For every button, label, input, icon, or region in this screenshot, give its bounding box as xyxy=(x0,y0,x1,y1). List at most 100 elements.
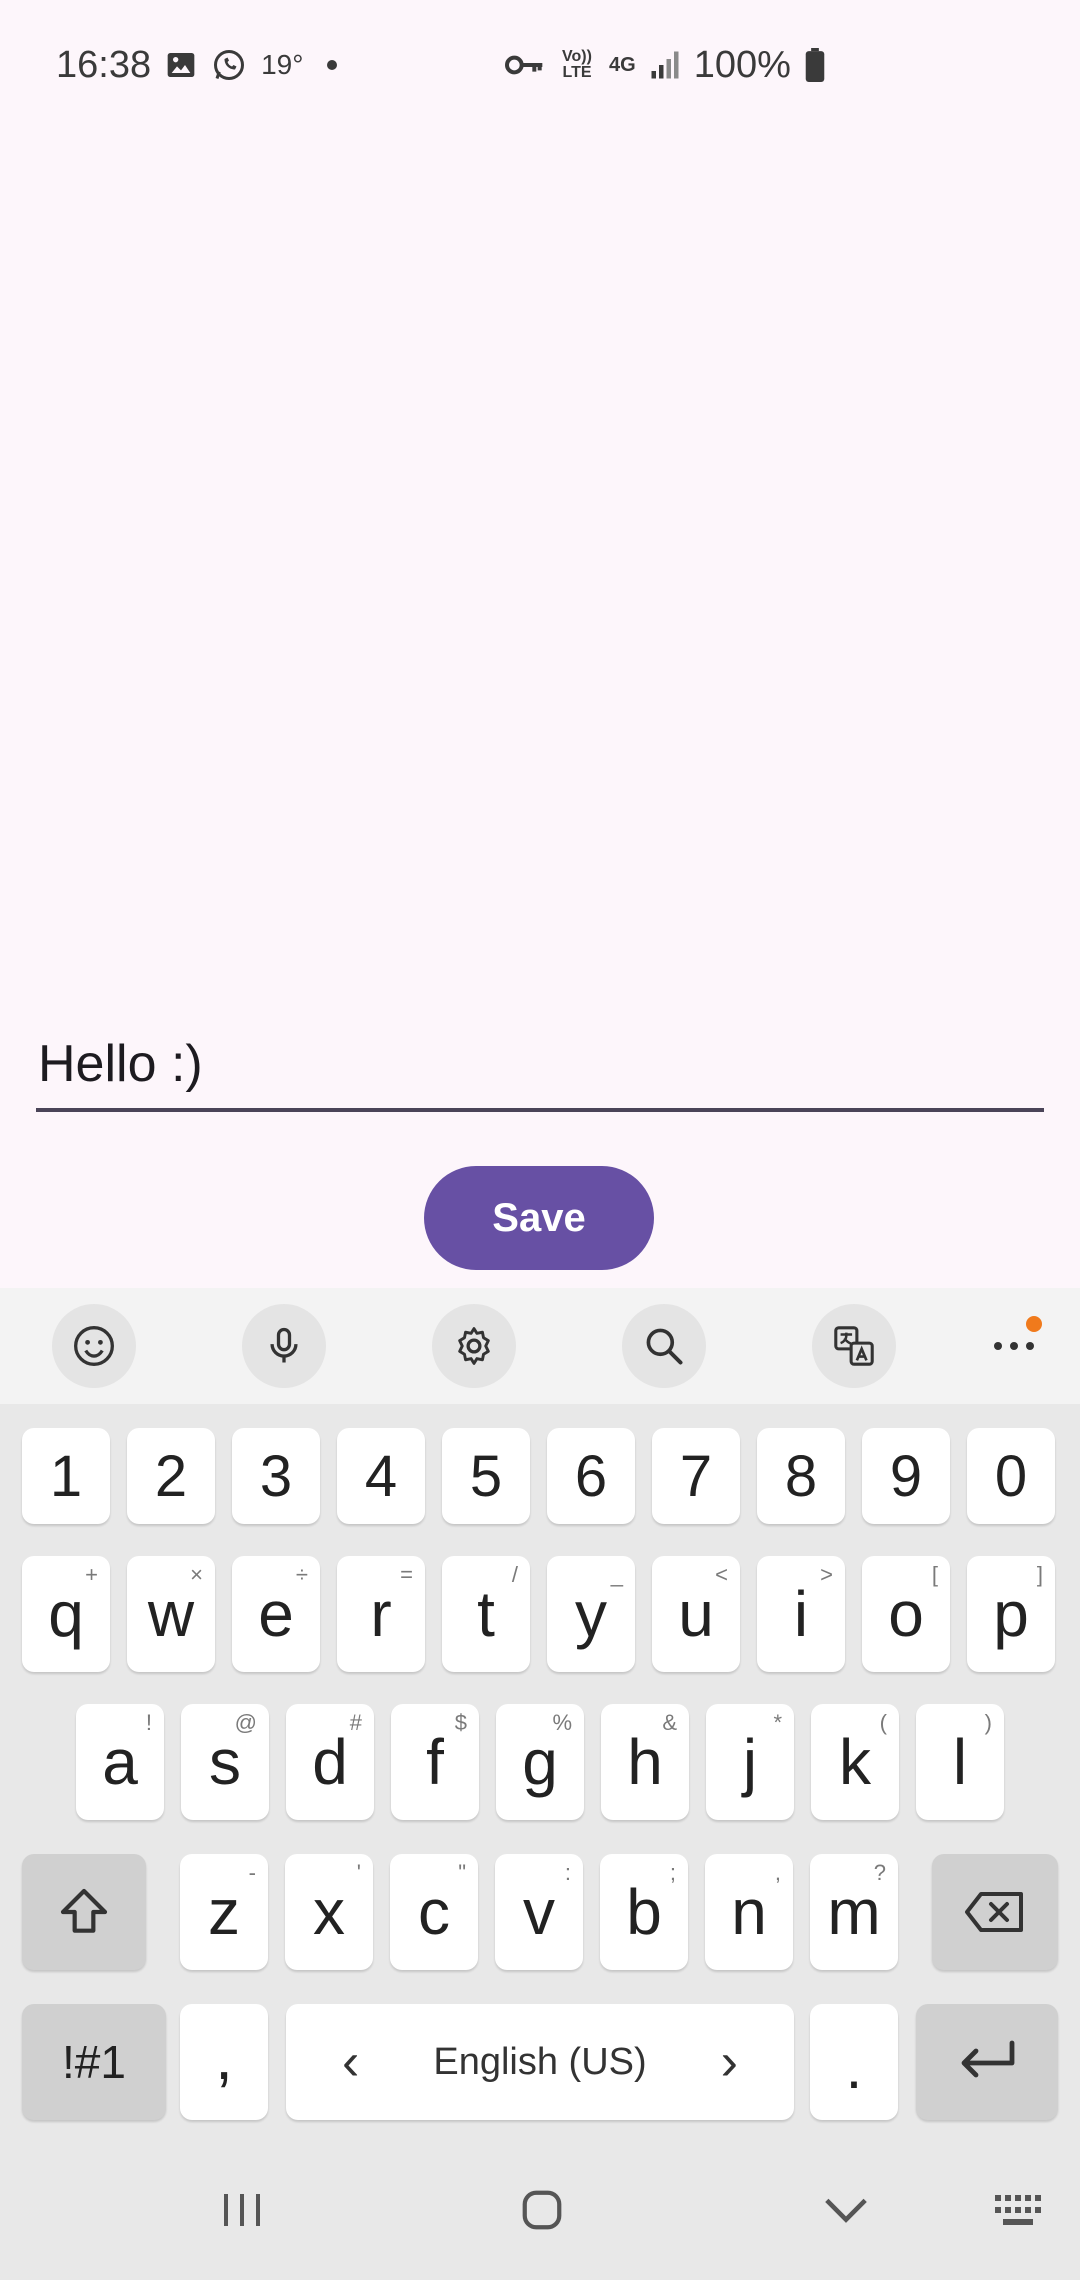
key-7[interactable]: 7 xyxy=(652,1428,740,1524)
key-k[interactable]: k( xyxy=(811,1704,899,1820)
key-l[interactable]: l) xyxy=(916,1704,1004,1820)
key-w[interactable]: w × xyxy=(127,1556,215,1672)
mic-icon[interactable] xyxy=(242,1304,326,1388)
key-p-label: p xyxy=(993,1578,1029,1650)
key-b[interactable]: b; xyxy=(600,1854,688,1970)
key-s-hint: @ xyxy=(234,1710,257,1735)
key-t-hint: / xyxy=(511,1562,518,1587)
more-icon[interactable] xyxy=(972,1304,1056,1388)
key-5[interactable]: 5 xyxy=(442,1428,530,1524)
key-3-label: 3 xyxy=(259,1443,293,1509)
status-bar: 16:38 19° Vo)) LTE 4G 100% xyxy=(0,0,1080,130)
key-7-label: 7 xyxy=(679,1443,713,1509)
shift-key[interactable] xyxy=(22,1854,146,1970)
key-0-label: 0 xyxy=(994,1443,1028,1509)
key-2-label: 2 xyxy=(154,1443,188,1509)
left-arrow-icon[interactable]: ‹ xyxy=(342,2032,359,2092)
key-m[interactable]: m? xyxy=(810,1854,898,1970)
emoji-icon[interactable] xyxy=(52,1304,136,1388)
keyboard-toolbar xyxy=(0,1288,1080,1404)
key-a-hint: ! xyxy=(145,1710,152,1735)
key-s[interactable]: s @ xyxy=(181,1704,269,1820)
comma-key-label: , xyxy=(215,2021,233,2093)
key-i[interactable]: i > xyxy=(757,1556,845,1672)
key-q[interactable]: q + xyxy=(22,1556,110,1672)
key-y[interactable]: y _ xyxy=(547,1556,635,1672)
key-c[interactable]: c " xyxy=(390,1854,478,1970)
key-z-label: z xyxy=(208,1876,240,1948)
key-q-hint: + xyxy=(85,1562,98,1587)
comma-key[interactable]: , xyxy=(180,2004,268,2120)
battery-icon xyxy=(805,48,825,82)
space-key[interactable]: ‹ English (US) › xyxy=(286,2004,794,2120)
key-g[interactable]: g% xyxy=(496,1704,584,1820)
recents-icon[interactable] xyxy=(202,2180,282,2240)
key-x[interactable]: x ' xyxy=(285,1854,373,1970)
settings-icon[interactable] xyxy=(432,1304,516,1388)
key-5-label: 5 xyxy=(469,1443,503,1509)
enter-key[interactable] xyxy=(916,2004,1058,2120)
search-icon[interactable] xyxy=(622,1304,706,1388)
key-n[interactable]: n, xyxy=(705,1854,793,1970)
key-v-hint: : xyxy=(564,1860,571,1885)
key-z-hint: - xyxy=(248,1860,256,1885)
key-o[interactable]: o[ xyxy=(862,1556,950,1672)
key-q-label: q xyxy=(48,1578,84,1650)
key-r[interactable]: r = xyxy=(337,1556,425,1672)
key-a[interactable]: a! xyxy=(76,1704,164,1820)
message-input[interactable]: Hello :) xyxy=(36,1020,1044,1112)
key-i-hint: > xyxy=(820,1562,833,1587)
key-f[interactable]: f $ xyxy=(391,1704,479,1820)
key-w-label: w xyxy=(147,1578,195,1650)
save-button[interactable]: Save xyxy=(424,1166,654,1270)
key-2[interactable]: 2 xyxy=(127,1428,215,1524)
key-o-label: o xyxy=(888,1578,924,1650)
key-k-label: k xyxy=(839,1726,871,1798)
key-6[interactable]: 6 xyxy=(547,1428,635,1524)
key-k-hint: ( xyxy=(879,1710,887,1735)
notification-dot-icon xyxy=(1026,1316,1042,1332)
key-0[interactable]: 0 xyxy=(967,1428,1055,1524)
key-f-label: f xyxy=(426,1726,444,1798)
key-g-hint: % xyxy=(552,1710,572,1735)
symbols-key[interactable]: !#1 xyxy=(22,2004,166,2120)
key-s-label: s xyxy=(209,1726,241,1798)
backspace-icon xyxy=(965,1892,1023,1932)
key-r-label: r xyxy=(370,1578,392,1650)
whatsapp-icon xyxy=(211,47,247,83)
temperature: 19° xyxy=(261,49,304,80)
key-1[interactable]: 1 xyxy=(22,1428,110,1524)
key-h-label: h xyxy=(627,1726,663,1798)
key-e[interactable]: e ÷ xyxy=(232,1556,320,1672)
key-t[interactable]: t / xyxy=(442,1556,530,1672)
right-arrow-icon[interactable]: › xyxy=(721,2032,738,2092)
key-z[interactable]: z- xyxy=(180,1854,268,1970)
key-m-label: m xyxy=(827,1876,881,1948)
keyboard-switch-icon[interactable] xyxy=(980,2180,1060,2240)
key-v[interactable]: v: xyxy=(495,1854,583,1970)
key-3[interactable]: 3 xyxy=(232,1428,320,1524)
key-g-label: g xyxy=(522,1726,558,1798)
key-u[interactable]: u < xyxy=(652,1556,740,1672)
period-key[interactable]: . xyxy=(810,2004,898,2120)
key-9[interactable]: 9 xyxy=(862,1428,950,1524)
signal-icon xyxy=(650,50,680,80)
key-8[interactable]: 8 xyxy=(757,1428,845,1524)
home-icon[interactable] xyxy=(502,2180,582,2240)
key-b-hint: ; xyxy=(669,1860,676,1885)
4g-icon: 4G xyxy=(609,54,636,76)
navigation-bar xyxy=(0,2140,1080,2280)
key-8-label: 8 xyxy=(784,1443,818,1509)
status-time: 16:38 xyxy=(56,43,152,86)
key-p-hint: ] xyxy=(1036,1562,1043,1587)
key-4[interactable]: 4 xyxy=(337,1428,425,1524)
key-d[interactable]: d # xyxy=(286,1704,374,1820)
key-h[interactable]: h & xyxy=(601,1704,689,1820)
key-p[interactable]: p] xyxy=(967,1556,1055,1672)
space-key-label: English (US) xyxy=(433,2040,647,2083)
backspace-key[interactable] xyxy=(932,1854,1058,1970)
status-left: 16:38 19° xyxy=(56,43,338,87)
key-j[interactable]: j * xyxy=(706,1704,794,1820)
translate-icon[interactable] xyxy=(812,1304,896,1388)
back-chevron-icon[interactable] xyxy=(806,2180,886,2240)
